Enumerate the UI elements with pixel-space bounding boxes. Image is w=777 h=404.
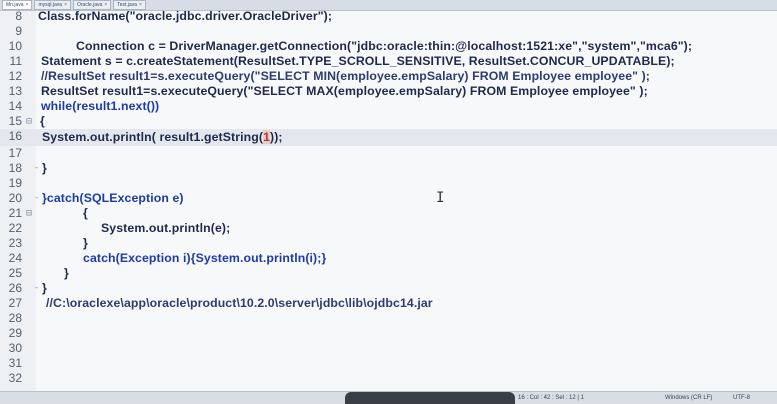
taskbar-overlay bbox=[345, 392, 515, 404]
code-line[interactable]: 18 - } bbox=[0, 161, 777, 176]
code-line[interactable]: 9 bbox=[0, 24, 777, 39]
tab-label: Mn.java bbox=[6, 2, 24, 8]
code-text: while(result1.next()) bbox=[41, 99, 160, 113]
line-number: 11 bbox=[9, 54, 22, 68]
code-line[interactable]: 20 - }catch(SQLException e) bbox=[0, 191, 777, 206]
line-number: 17 bbox=[8, 146, 22, 160]
line-number: 26 bbox=[8, 281, 22, 295]
line-number: 30 bbox=[8, 341, 22, 355]
code-line[interactable]: 31 bbox=[0, 356, 777, 371]
line-ending[interactable]: Windows (CR LF) bbox=[665, 392, 712, 404]
code-text: } bbox=[64, 266, 69, 280]
code-line[interactable]: 29 bbox=[0, 326, 777, 341]
close-icon[interactable]: × bbox=[139, 2, 142, 8]
code-text: Class.forName("oracle.jdbc.driver.Oracle… bbox=[38, 9, 333, 23]
code-text: }catch(SQLException e) bbox=[42, 191, 184, 205]
code-line[interactable]: 22 System.out.println(e); bbox=[0, 221, 777, 236]
tab-label: Test.java bbox=[117, 2, 137, 8]
code-line[interactable]: 26 - } bbox=[0, 281, 777, 296]
line-number: 24 bbox=[8, 251, 22, 265]
code-line[interactable]: 14 while(result1.next()) bbox=[0, 99, 777, 114]
cursor-position: 16 : Col : 42 : Sel : 12 | 1 bbox=[518, 395, 584, 401]
code-segment: System.out.println( result1.getString( bbox=[42, 130, 264, 144]
code-text: ResultSet result1=s.executeQuery("SELECT… bbox=[41, 84, 648, 98]
code-line[interactable]: 21 ⊟ { bbox=[0, 206, 777, 221]
code-line[interactable]: 32 bbox=[0, 371, 777, 386]
code-text: Statement s = c.createStatement(ResultSe… bbox=[41, 54, 675, 68]
close-icon[interactable]: × bbox=[26, 2, 29, 8]
code-text: } bbox=[83, 236, 88, 250]
code-line[interactable]: 10 Connection c = DriverManager.getConne… bbox=[0, 39, 777, 54]
code-line[interactable]: 28 bbox=[0, 311, 777, 326]
line-number: 12 bbox=[8, 69, 22, 83]
tab-label: Oracle.java bbox=[76, 2, 103, 8]
code-line[interactable]: 24 catch(Exception i){System.out.println… bbox=[0, 251, 777, 266]
line-number: 18 bbox=[8, 161, 22, 175]
line-number: 16 bbox=[8, 129, 22, 143]
code-line[interactable]: 13 ResultSet result1=s.executeQuery("SEL… bbox=[0, 84, 777, 99]
line-number: 32 bbox=[8, 371, 22, 385]
line-number: 29 bbox=[8, 326, 22, 340]
code-comment: //ResultSet result1=s.executeQuery("SELE… bbox=[41, 69, 651, 83]
line-number: 31 bbox=[8, 356, 22, 370]
fold-toggle-icon[interactable]: ⊟ bbox=[26, 114, 32, 129]
line-number: 9 bbox=[15, 24, 22, 38]
code-text: Connection c = DriverManager.getConnecti… bbox=[76, 39, 693, 53]
line-number: 8 bbox=[15, 9, 22, 23]
code-line-current[interactable]: 16 System.out.println( result1.getString… bbox=[0, 129, 777, 146]
line-number: 14 bbox=[8, 99, 22, 113]
tab-label: mysql.java bbox=[38, 2, 63, 8]
code-text: System.out.println(e); bbox=[101, 221, 231, 235]
close-icon[interactable]: × bbox=[64, 2, 67, 8]
code-line[interactable]: 30 bbox=[0, 341, 777, 356]
fold-toggle-icon[interactable]: ⊟ bbox=[26, 206, 32, 221]
line-number: 27 bbox=[8, 296, 22, 310]
fold-marker-icon: - bbox=[34, 193, 40, 203]
line-number: 20 bbox=[8, 191, 22, 205]
text-cursor-icon: I bbox=[436, 190, 445, 206]
line-number: 15 bbox=[8, 114, 22, 128]
code-line[interactable]: 15 ⊟ { bbox=[0, 114, 777, 129]
code-line[interactable]: 17 bbox=[0, 146, 777, 161]
line-number: 23 bbox=[8, 236, 22, 250]
code-segment: )); bbox=[270, 130, 283, 144]
line-number: 25 bbox=[8, 266, 22, 280]
code-line[interactable]: 11 Statement s = c.createStatement(Resul… bbox=[0, 54, 777, 69]
fold-marker-icon: - bbox=[34, 163, 40, 173]
status-bar: 16 : Col : 42 : Sel : 12 | 1 Windows (CR… bbox=[0, 391, 777, 404]
line-number: 28 bbox=[8, 311, 22, 325]
fold-marker-icon: - bbox=[34, 283, 40, 293]
code-text: { bbox=[40, 114, 45, 128]
code-line[interactable]: 19 bbox=[0, 176, 777, 191]
close-icon[interactable]: × bbox=[104, 2, 107, 8]
code-text: } bbox=[42, 281, 47, 295]
line-number: 22 bbox=[8, 221, 22, 235]
encoding[interactable]: UTF-8 bbox=[733, 392, 750, 404]
code-line[interactable]: 27 //C:\oraclexe\app\oracle\product\10.2… bbox=[0, 296, 777, 311]
code-text: } bbox=[42, 161, 47, 175]
code-comment: //C:\oraclexe\app\oracle\product\10.2.0\… bbox=[46, 296, 433, 310]
code-line[interactable]: 8 Class.forName("oracle.jdbc.driver.Orac… bbox=[0, 9, 777, 24]
line-number: 13 bbox=[8, 84, 22, 98]
matched-token: 1 bbox=[263, 130, 271, 144]
line-number: 21 bbox=[8, 206, 22, 220]
code-editor[interactable]: 8 Class.forName("oracle.jdbc.driver.Orac… bbox=[0, 9, 777, 391]
code-text: System.out.println( result1.getString(1)… bbox=[42, 130, 283, 145]
code-line[interactable]: 12 //ResultSet result1=s.executeQuery("S… bbox=[0, 69, 777, 84]
code-line[interactable]: 23 } bbox=[0, 236, 777, 251]
code-line[interactable]: 25 } bbox=[0, 266, 777, 281]
code-text: { bbox=[83, 206, 88, 220]
line-number: 19 bbox=[8, 176, 22, 190]
code-text: catch(Exception i){System.out.println(i)… bbox=[83, 251, 327, 265]
line-number: 10 bbox=[8, 39, 22, 53]
